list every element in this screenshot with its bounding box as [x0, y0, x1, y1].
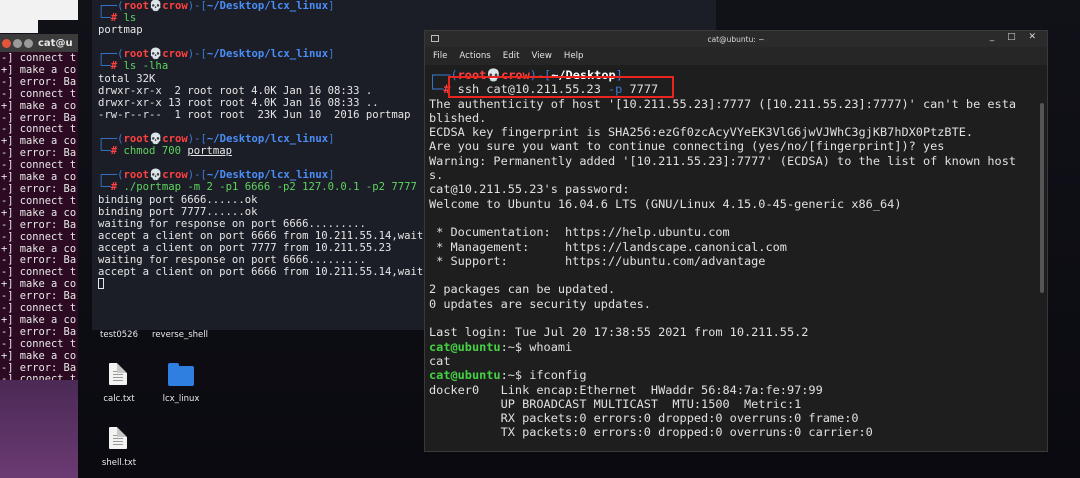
prompt-host: crow — [162, 48, 188, 61]
ssh-output: The authenticity of host '[10.211.55.23]… — [429, 96, 1017, 340]
desktop-icon-reverse-shell-label[interactable]: reverse_shell — [148, 330, 212, 340]
ubuntu-prompt-path: :~$ — [500, 368, 530, 383]
left-terminal-window[interactable]: cat@u -] connect t +] make a co -] error… — [0, 34, 78, 380]
window-controls[interactable]: _ □ ✕ — [990, 32, 1041, 42]
prompt-path: ~/Desktop/lcx_linux — [206, 48, 329, 61]
output-line: -rw-r--r-- 1 root root 23K Jun 10 2016 p… — [98, 108, 411, 121]
background-window-edge — [0, 0, 38, 33]
prompt-user: root — [123, 133, 150, 146]
output-line: binding port 7777......ok — [98, 205, 258, 218]
command-chmod-target: portmap — [187, 145, 232, 158]
desktop-wallpaper-strip — [0, 380, 78, 478]
calc-file-icon[interactable] — [109, 363, 127, 385]
desktop-icon-calc-label[interactable]: calc.txt — [96, 394, 142, 404]
left-terminal-title: cat@u — [38, 37, 73, 49]
command-ifconfig: ifconfig — [529, 368, 587, 383]
right-terminal-body: ┌──(root💀crow)-[~/Desktop] └─# ssh cat@1… — [429, 68, 1017, 440]
minimize-icon[interactable] — [13, 38, 22, 48]
command-portmap: ./portmap -m 2 -p1 6666 -p2 127.0.0.1 -p… — [123, 181, 417, 194]
left-terminal-output: -] connect t +] make a co -] error: Ba -… — [1, 52, 77, 380]
output-line: accept a client on port 7777 from 10.211… — [98, 241, 392, 254]
output-line: total 32K — [98, 72, 156, 85]
close-icon[interactable] — [2, 38, 11, 48]
menu-help[interactable]: Help — [564, 51, 584, 61]
menu-view[interactable]: View — [531, 51, 551, 61]
command-ls-lha: ls -lha — [123, 60, 169, 73]
desktop-icon-shell-label[interactable]: shell.txt — [96, 458, 142, 468]
output-line: waiting for response on port 6666.......… — [98, 217, 366, 230]
command-chmod: chmod 700 — [123, 145, 188, 158]
right-terminal-titlebar[interactable]: cat@ubuntu: ~ _ □ ✕ — [425, 31, 1047, 47]
output-line: accept a client on port 6666 from 10.211… — [98, 229, 443, 242]
ubuntu-prompt: cat@ubuntu — [429, 339, 501, 354]
output-ls: portmap — [98, 24, 143, 37]
ubuntu-prompt-path: :~$ — [500, 339, 530, 354]
lcx-linux-folder-icon[interactable] — [168, 363, 194, 386]
ubuntu-prompt: cat@ubuntu — [429, 368, 501, 383]
prompt-host: crow — [162, 169, 188, 182]
terminal-cursor — [98, 278, 104, 290]
prompt-path: ~/Desktop/lcx_linux — [206, 169, 329, 182]
desktop-icon-lcx-linux-label[interactable]: lcx_linux — [150, 394, 212, 404]
prompt-user: root — [123, 0, 150, 12]
command-whoami: whoami — [529, 339, 573, 354]
menu-edit[interactable]: Edit — [503, 51, 520, 61]
maximize-icon[interactable] — [24, 38, 33, 48]
highlight-box-ssh-command — [448, 76, 674, 98]
menu-actions[interactable]: Actions — [459, 51, 490, 61]
right-terminal-menubar: File Actions Edit View Help — [425, 47, 1047, 65]
right-terminal-title: cat@ubuntu: ~ — [707, 34, 765, 44]
menu-file[interactable]: File — [433, 51, 447, 61]
prompt-path: ~/Desktop/lcx_linux — [206, 133, 329, 146]
left-terminal-titlebar[interactable]: cat@u — [0, 34, 78, 52]
output-line: waiting for response on port 6666.......… — [98, 253, 366, 266]
output-line: drwxr-xr-x 2 root root 4.0K Jan 16 08:33… — [98, 84, 373, 97]
window-menu-icon[interactable] — [431, 35, 439, 42]
output-whoami: cat — [429, 353, 451, 368]
prompt-host: crow — [162, 133, 188, 146]
prompt-path: ~/Desktop/lcx_linux — [206, 0, 329, 12]
terminal-scrollbar[interactable] — [1040, 103, 1044, 293]
prompt-user: root — [123, 169, 150, 182]
desktop-icon-test0526-label[interactable]: test0526 — [96, 330, 142, 340]
output-line: accept a client on port 6666 from 10.211… — [98, 266, 443, 279]
output-line: drwxr-xr-x 13 root root 4.0K Jan 16 08:3… — [98, 96, 379, 109]
ifconfig-output: docker0 Link encap:Ethernet HWaddr 56:84… — [429, 382, 873, 440]
shell-file-icon[interactable] — [109, 427, 127, 449]
prompt-host: crow — [162, 0, 188, 12]
background-window-edge-2 — [38, 0, 78, 20]
prompt-user: root — [123, 48, 150, 61]
command-ls: ls — [123, 12, 137, 25]
output-line: binding port 6666......ok — [98, 193, 258, 206]
